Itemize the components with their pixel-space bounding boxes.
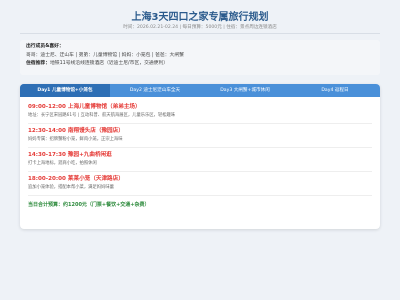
- item-divider: [28, 123, 372, 124]
- tab-day3[interactable]: Day3 大闸蟹+城市休闲: [200, 84, 290, 97]
- lodging-text: 地铁11号线沿线连锁酒店（近迪士尼/市区，交通便利）: [50, 61, 169, 66]
- day1-content: 09:00-12:00 上海儿童博物馆（弟弟主场） 地址：长宁区宋园路61号 |…: [20, 97, 380, 213]
- schedule-item-title: 14:30-17:30 豫园+九曲桥闲逛: [28, 152, 112, 158]
- header-divider: [20, 33, 380, 34]
- members-label: 出行成员&喜好：: [26, 44, 64, 49]
- page-subtitle: 时间：2026.02.21-02.24 | 每日预算：5000元 | 住宿：景点…: [123, 25, 277, 30]
- schedule-item-desc: 地址：长宁区宋园路61号 | 互动科普、航天航海展区，儿童乐乐区，轻松趣味: [28, 113, 176, 118]
- schedule-item: 18:00-20:00 莱莱小笼（天津路店） 追加小笼体验，搭配本帮小菜，满足妈…: [28, 175, 372, 196]
- daily-budget-total: 当日合计预算：约1200元（门票+餐饮+交通+杂费）: [28, 202, 150, 208]
- schedule-item: 12:30-14:00 南翔馒头店（豫园店） 妈妈专属：招牌蟹粉小笼，鲜肉小笼，…: [28, 127, 372, 148]
- trip-info-box: 出行成员&喜好： 哥哥：迪士尼、迂山车 | 弟弟：儿童博物馆 | 妈妈：小笼包 …: [20, 40, 380, 75]
- tab-day1[interactable]: Day1 儿童博物馆+小笼包: [20, 84, 110, 97]
- schedule-item-desc: 追加小笼体验，搭配本帮小菜，满足妈妈味蕾: [28, 185, 114, 190]
- day-tabs: Day1 儿童博物馆+小笼包 Day2 迪士尼迂山车全天 Day3 大闸蟹+城市…: [20, 84, 380, 97]
- lodging-row: 住宿推荐：地铁11号线沿线连锁酒店（近迪士尼/市区，交通便利）: [26, 61, 374, 67]
- itinerary-card: Day1 儿童博物馆+小笼包 Day2 迪士尼迂山车全天 Day3 大闸蟹+城市…: [20, 84, 380, 229]
- schedule-item-desc: 妈妈专属：招牌蟹粉小笼，鲜肉小笼，正宗上海味: [28, 137, 123, 142]
- schedule-item-desc: 打卡上海地标，逛商小吃，拍照休闲: [28, 161, 97, 166]
- schedule-item-title: 18:00-20:00 莱莱小笼（天津路店）: [28, 176, 124, 182]
- schedule-item: 14:30-17:30 豫园+九曲桥闲逛 打卡上海地标，逛商小吃，拍照休闲: [28, 151, 372, 172]
- members-text: 哥哥：迪士尼、迂山车 | 弟弟：儿童博物馆 | 妈妈：小笼包 | 爸爸：大闸蟹: [26, 52, 184, 58]
- page-title: 上海3天四口之家专属旅行规划: [131, 12, 269, 23]
- schedule-item: 09:00-12:00 上海儿童博物馆（弟弟主场） 地址：长宁区宋园路61号 |…: [28, 103, 372, 124]
- tab-day2[interactable]: Day2 迪士尼迂山车全天: [110, 84, 200, 97]
- schedule-item-title: 12:30-14:00 南翔馒头店（豫园店）: [28, 128, 124, 134]
- tab-day4[interactable]: Day4 返程日: [290, 84, 380, 97]
- item-divider: [28, 147, 372, 148]
- schedule-item-title: 09:00-12:00 上海儿童博物馆（弟弟主场）: [28, 104, 141, 110]
- lodging-label: 住宿推荐：: [26, 61, 50, 66]
- item-divider: [28, 195, 372, 196]
- item-divider: [28, 171, 372, 172]
- members-heading: 出行成员&喜好：: [26, 44, 374, 50]
- members-row: 哥哥：迪士尼、迂山车 | 弟弟：儿童博物馆 | 妈妈：小笼包 | 爸爸：大闸蟹: [26, 53, 374, 59]
